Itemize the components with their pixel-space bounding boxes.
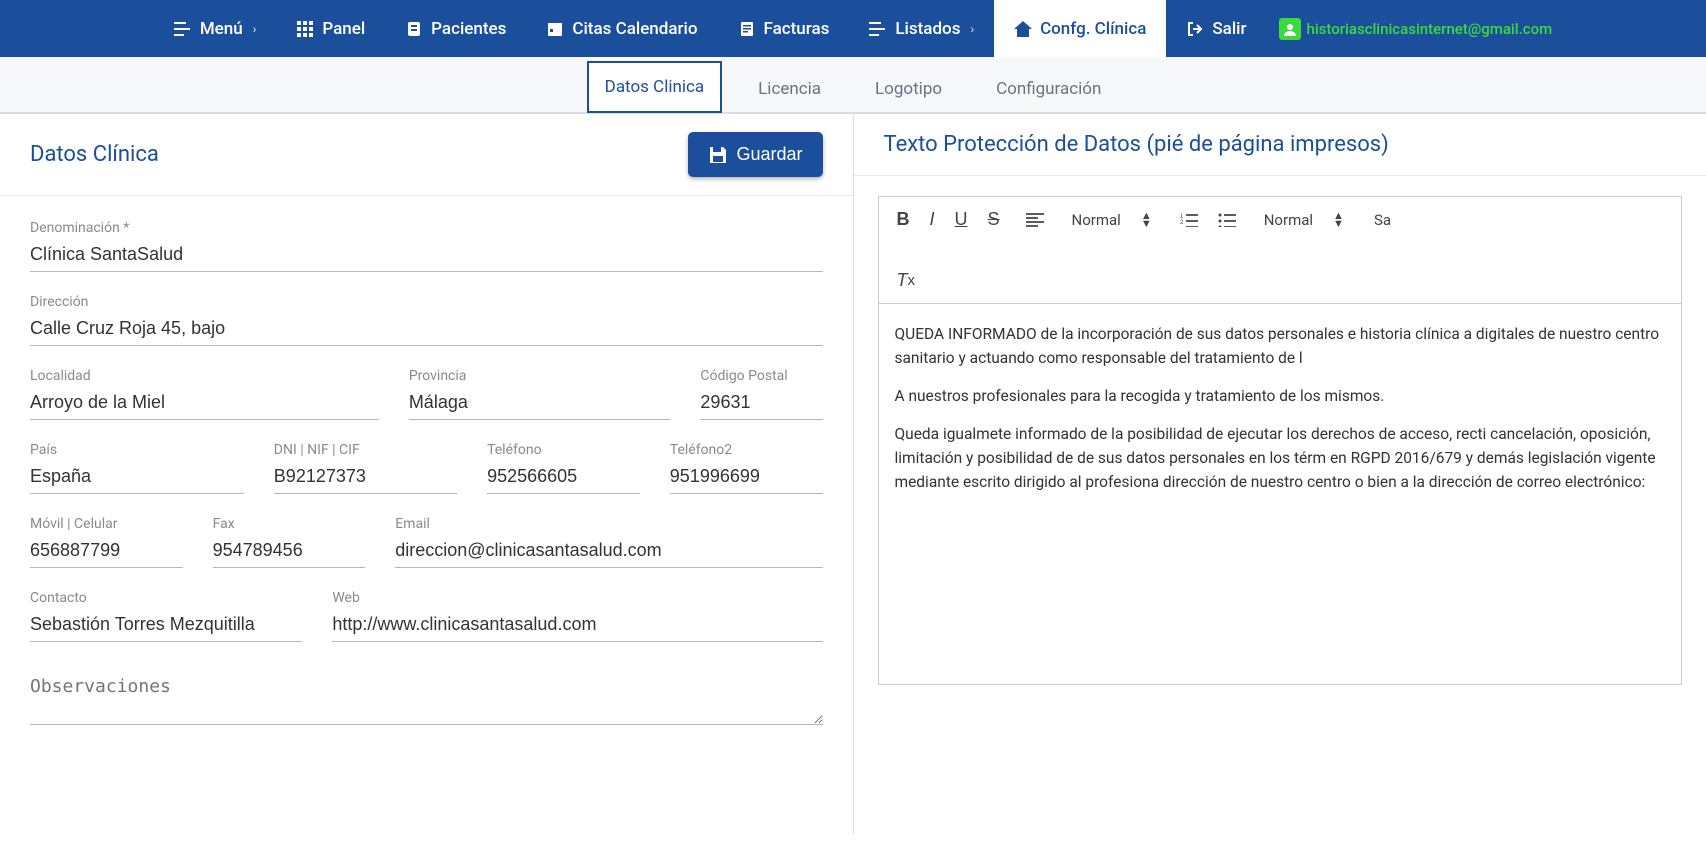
tab-logotipo[interactable]: Logotipo: [857, 63, 960, 113]
user-email: historiasclinicasinternet@gmail.com: [1307, 20, 1553, 38]
panel-header-left: Datos Clínica Guardar: [0, 114, 853, 196]
user-info[interactable]: historiasclinicasinternet@gmail.com: [1267, 18, 1553, 40]
exit-icon: [1186, 20, 1204, 38]
contacto-label: Contacto: [30, 590, 302, 606]
chevron-right-icon: ›: [970, 22, 974, 36]
nav-citas[interactable]: Citas Calendario: [526, 0, 717, 57]
editor-toolbar: B I U S Normal ▲▼ 12 Normal ▲▼: [879, 197, 1682, 304]
underline-button[interactable]: U: [951, 207, 972, 232]
chevron-right-icon: ›: [253, 22, 257, 36]
provincia-input[interactable]: [409, 388, 671, 420]
nav-facturas-label: Facturas: [764, 19, 830, 39]
save-button-label: Guardar: [736, 144, 802, 165]
telefono-input[interactable]: [487, 462, 640, 494]
nav-panel-label: Panel: [322, 19, 365, 39]
strike-button[interactable]: S: [984, 207, 1004, 232]
tab-licencia[interactable]: Licencia: [740, 63, 839, 113]
list-icon: [869, 20, 887, 38]
email-label: Email: [395, 516, 822, 532]
grid-icon: [296, 20, 314, 38]
font-select-label: Sa: [1374, 211, 1391, 229]
web-input[interactable]: [332, 610, 822, 642]
heading-select[interactable]: Normal ▲▼: [1066, 209, 1158, 231]
fax-label: Fax: [213, 516, 366, 532]
nav-config-label: Confg. Clínica: [1040, 19, 1146, 39]
nav-pacientes-label: Pacientes: [431, 19, 506, 39]
nav-facturas[interactable]: Facturas: [718, 0, 850, 57]
menu-icon: [174, 20, 192, 38]
provincia-label: Provincia: [409, 368, 671, 384]
email-input[interactable]: [395, 536, 822, 568]
dni-input[interactable]: [274, 462, 457, 494]
save-button[interactable]: Guardar: [688, 132, 822, 177]
form-body: Denominación * Dirección Localidad Provi…: [0, 196, 853, 771]
unordered-list-button[interactable]: [1214, 211, 1240, 229]
pais-input[interactable]: [30, 462, 244, 494]
font-select[interactable]: Sa: [1368, 209, 1397, 231]
nav-listados-label: Listados: [895, 19, 960, 39]
content: Datos Clínica Guardar Denominación * Dir…: [0, 113, 1706, 834]
panel-datos-clinica: Datos Clínica Guardar Denominación * Dir…: [0, 114, 854, 834]
heading-select-label: Normal: [1072, 211, 1121, 229]
editor-paragraph: Queda igualmete informado de la posibili…: [895, 422, 1666, 494]
patients-icon: [405, 20, 423, 38]
web-label: Web: [332, 590, 822, 606]
nav-salir[interactable]: Salir: [1166, 0, 1266, 57]
pais-label: País: [30, 442, 244, 458]
size-select-label: Normal: [1264, 211, 1313, 229]
dni-label: DNI | NIF | CIF: [274, 442, 457, 458]
localidad-input[interactable]: [30, 388, 379, 420]
editor-paragraph: QUEDA INFORMADO de la incorporación de s…: [895, 322, 1666, 370]
panel-title-datos: Datos Clínica: [30, 142, 159, 167]
nav-menu-label: Menú: [200, 19, 243, 39]
user-icon: [1279, 18, 1301, 40]
nav-pacientes[interactable]: Pacientes: [385, 0, 526, 57]
localidad-label: Localidad: [30, 368, 379, 384]
tab-datos-clinica[interactable]: Datos Clinica: [587, 61, 723, 113]
tab-configuracion[interactable]: Configuración: [978, 63, 1119, 113]
save-icon: [708, 145, 728, 165]
nav-listados[interactable]: Listados ›: [849, 0, 994, 57]
calendar-icon: [546, 20, 564, 38]
panel-title-proteccion: Texto Protección de Datos (pié de página…: [884, 132, 1389, 157]
editor-paragraph: A nuestros profesionales para la recogid…: [895, 384, 1666, 408]
nav-config[interactable]: Confg. Clínica: [994, 0, 1166, 57]
clear-format-button[interactable]: Tx: [893, 268, 920, 293]
editor-content[interactable]: QUEDA INFORMADO de la incorporación de s…: [879, 304, 1682, 684]
top-nav: Menú › Panel Pacientes Citas Calendario …: [0, 0, 1706, 57]
rich-editor: B I U S Normal ▲▼ 12 Normal ▲▼: [878, 196, 1683, 685]
align-button[interactable]: [1022, 211, 1048, 229]
contacto-input[interactable]: [30, 610, 302, 642]
panel-proteccion-datos: Texto Protección de Datos (pié de página…: [854, 114, 1706, 834]
telefono2-input[interactable]: [670, 462, 823, 494]
nav-citas-label: Citas Calendario: [572, 19, 697, 39]
movil-input[interactable]: [30, 536, 183, 568]
ordered-list-button[interactable]: 12: [1176, 211, 1202, 229]
cp-label: Código Postal: [700, 368, 822, 384]
fax-input[interactable]: [213, 536, 366, 568]
invoice-icon: [738, 20, 756, 38]
updown-icon: ▲▼: [1333, 212, 1344, 228]
telefono2-label: Teléfono2: [670, 442, 823, 458]
panel-header-right: Texto Protección de Datos (pié de página…: [854, 114, 1706, 176]
observaciones-textarea[interactable]: [30, 672, 823, 725]
size-select[interactable]: Normal ▲▼: [1258, 209, 1350, 231]
nav-inner: Menú › Panel Pacientes Citas Calendario …: [154, 0, 1552, 57]
sub-nav: Datos Clinica Licencia Logotipo Configur…: [0, 57, 1706, 113]
telefono-label: Teléfono: [487, 442, 640, 458]
nav-menu[interactable]: Menú ›: [154, 0, 277, 57]
direccion-input[interactable]: [30, 314, 823, 346]
cp-input[interactable]: [700, 388, 822, 420]
italic-button[interactable]: I: [926, 207, 939, 232]
direccion-label: Dirección: [30, 294, 823, 310]
movil-label: Móvil | Celular: [30, 516, 183, 532]
bold-button[interactable]: B: [893, 207, 914, 232]
svg-text:2: 2: [1180, 220, 1184, 226]
nav-salir-label: Salir: [1212, 19, 1246, 39]
updown-icon: ▲▼: [1141, 212, 1152, 228]
nav-panel[interactable]: Panel: [276, 0, 385, 57]
denominacion-input[interactable]: [30, 240, 823, 272]
denominacion-label: Denominación *: [30, 220, 823, 236]
home-icon: [1014, 20, 1032, 38]
